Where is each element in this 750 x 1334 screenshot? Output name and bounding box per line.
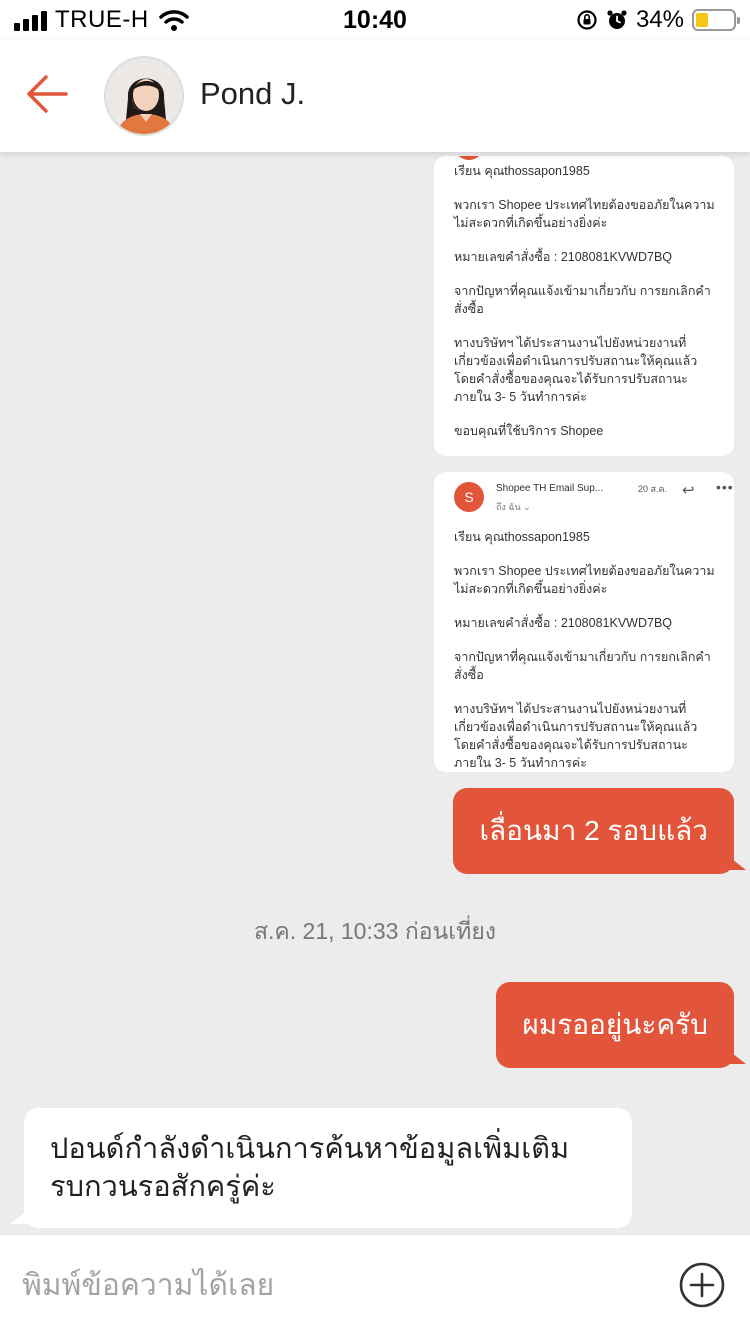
email-order-number: หมายเลขคำสั่งซื้อ : 2108081KVWD7BQ	[454, 250, 672, 264]
plus-circle-icon[interactable]	[678, 1261, 726, 1309]
message-timestamp: ส.ค. 21, 10:33 ก่อนเที่ยง	[253, 918, 497, 944]
email-closing: ขอบคุณที่ใช้บริการ Shopee	[454, 424, 604, 438]
alarm-icon	[607, 10, 627, 29]
avatar-image	[106, 58, 182, 134]
received-message-text: ปอนด์กำลังดำเนินการค้นหาข้อมูลเพิ่มเติม …	[50, 1133, 570, 1203]
signal-icon	[14, 9, 47, 31]
email-issue: จากปัญหาที่คุณแจ้งเข้ามาเกี่ยวกับ การยกเ…	[454, 284, 711, 316]
email-apology: พวกเรา Shopee ประเทศไทยต้องขออภัยในความไ…	[454, 198, 715, 230]
image-message-2[interactable]: S Shopee TH Email Sup... ถึง ฉัน ⌄ 20 ส.…	[434, 472, 734, 772]
more-icon: •••	[716, 479, 734, 495]
sent-message-2[interactable]: ผมรออยู่นะครับ	[496, 982, 746, 1068]
chat-screen: TRUE-H 10:40 34% Pond J. เรียน คุณthossa…	[0, 0, 750, 1334]
email-screenshot-2: S Shopee TH Email Sup... ถึง ฉัน ⌄ 20 ส.…	[434, 472, 734, 772]
contact-name: Pond J.	[200, 76, 306, 111]
message-input-bar	[0, 1234, 750, 1334]
status-left: TRUE-H	[14, 6, 189, 34]
email-sender: Shopee TH Email Sup...	[496, 483, 604, 494]
email-issue: จากปัญหาที่คุณแจ้งเข้ามาเกี่ยวกับ การยกเ…	[454, 650, 711, 682]
reply-icon: ↩	[682, 482, 695, 499]
wifi-icon	[158, 10, 189, 31]
email-greeting: เรียน คุณthossapon1985	[454, 530, 590, 544]
sent-message-text: ผมรออยู่นะครับ	[522, 1009, 708, 1040]
status-right: 34%	[576, 6, 740, 34]
chat-header: Pond J.	[0, 40, 750, 152]
orientation-lock-icon	[577, 10, 597, 30]
email-order-number: หมายเลขคำสั่งซื้อ : 2108081KVWD7BQ	[454, 616, 672, 630]
email-date: 20 ส.ค.	[638, 484, 668, 494]
back-arrow-icon[interactable]	[22, 68, 74, 120]
email-action: ทางบริษัทฯ ได้ประสานงานไปยังหน่วยงานที่เ…	[454, 336, 698, 404]
sent-message-1[interactable]: เลื่อนมา 2 รอบแล้ว	[453, 788, 746, 874]
battery-icon	[692, 9, 740, 31]
email-apology: พวกเรา Shopee ประเทศไทยต้องขออภัยในความไ…	[454, 564, 715, 596]
message-list[interactable]: เรียน คุณthossapon1985 พวกเรา Shopee ประ…	[0, 152, 750, 1234]
email-header: S Shopee TH Email Sup... ถึง ฉัน ⌄ 20 ส.…	[454, 476, 733, 522]
email-recipient: ถึง ฉัน ⌄	[496, 502, 531, 512]
carrier-name: TRUE-H	[55, 6, 149, 33]
email-sender-avatar: S	[454, 482, 484, 512]
image-message-1[interactable]: เรียน คุณthossapon1985 พวกเรา Shopee ประ…	[434, 156, 734, 456]
email-action: ทางบริษัทฯ ได้ประสานงานไปยังหน่วยงานที่เ…	[454, 702, 698, 770]
status-bar: TRUE-H 10:40 34%	[0, 0, 750, 40]
message-input[interactable]	[22, 1251, 642, 1321]
email-greeting: เรียน คุณthossapon1985	[454, 164, 590, 178]
battery-percent: 34%	[635, 6, 684, 33]
contact-avatar[interactable]	[104, 56, 184, 136]
sent-message-text: เลื่อนมา 2 รอบแล้ว	[479, 815, 708, 846]
received-message-1[interactable]: ปอนด์กำลังดำเนินการค้นหาข้อมูลเพิ่มเติม …	[10, 1108, 632, 1228]
email-screenshot-1: เรียน คุณthossapon1985 พวกเรา Shopee ประ…	[434, 156, 734, 440]
email-avatar-crop	[454, 156, 720, 162]
battery-fill	[696, 13, 709, 27]
